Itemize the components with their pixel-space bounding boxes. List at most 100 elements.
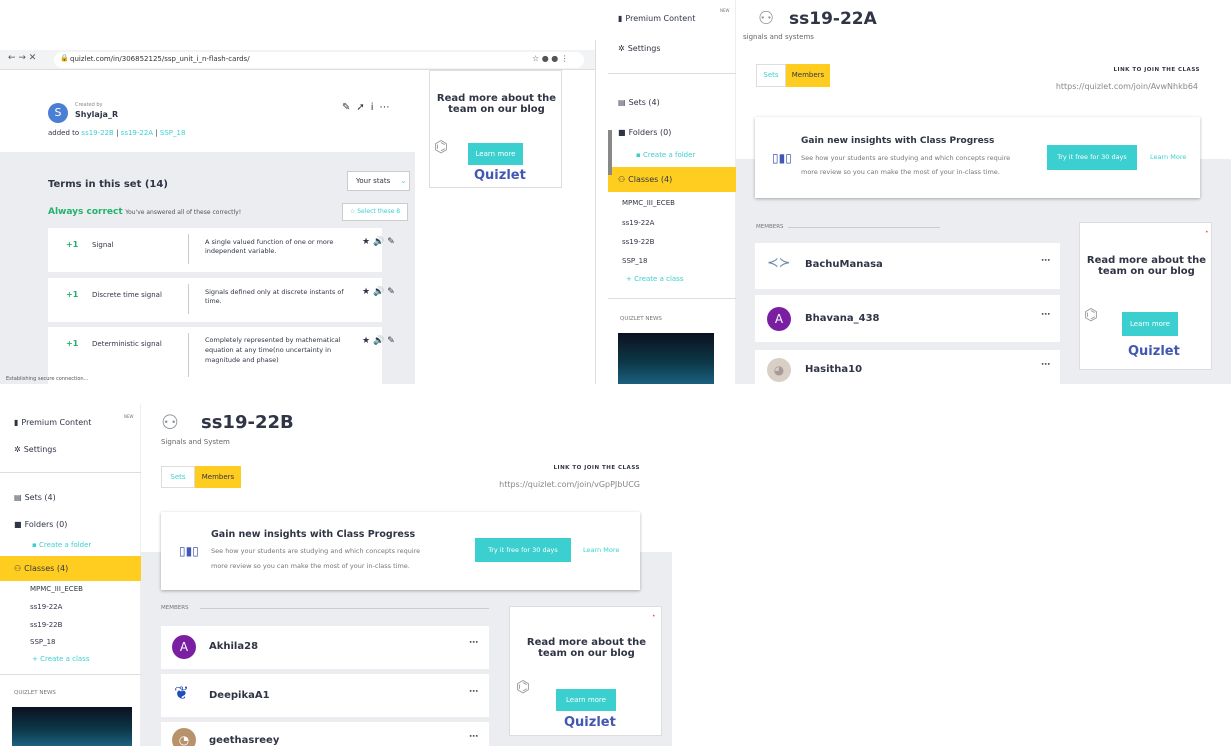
star-audio-edit-icons[interactable]: ★🔊✎	[362, 237, 398, 247]
sets-icon: ▤	[618, 98, 626, 107]
learn-more-button[interactable]: Learn more	[556, 689, 616, 711]
class-item[interactable]: MPMC_III_ECEB	[622, 199, 675, 207]
divider	[188, 333, 189, 377]
quizlet-news-label: QUIZLET NEWS	[14, 690, 56, 696]
term-row[interactable]: +1 Deterministic signal Completely repre…	[48, 327, 395, 384]
class-link-ss19-22a[interactable]: ss19-22A	[121, 129, 153, 137]
more-icon[interactable]: ⋯	[1041, 310, 1050, 320]
create-class-link[interactable]: + Create a class	[626, 275, 683, 283]
quizlet-logo: Quizlet	[1128, 344, 1180, 359]
select-these-button[interactable]: ☆ Select these 8	[342, 203, 408, 221]
member-row[interactable]: A Bhavana_438 ⋯	[755, 295, 1060, 342]
lock-icon: 🔒	[60, 54, 69, 62]
class-title: ss19-22A	[789, 9, 877, 29]
term-score: +1	[66, 290, 79, 299]
set-actions[interactable]: ✎➚ⅰ⋯	[342, 102, 396, 113]
tab-sets[interactable]: Sets	[161, 466, 195, 488]
tab-members[interactable]: Members	[786, 64, 830, 87]
more-icon[interactable]: ⋯	[469, 687, 478, 697]
class-item[interactable]: SSP_18	[622, 257, 648, 265]
learn-more-button[interactable]: Learn more	[1122, 312, 1178, 336]
join-link-label: LINK TO JOIN THE CLASS	[553, 465, 640, 471]
sidebar-premium[interactable]: ▮ Premium Content	[14, 418, 91, 427]
member-row[interactable]: ≺≻ BachuManasa ⋯	[755, 243, 1060, 289]
class-icon: ⚇	[758, 8, 775, 29]
try-free-button[interactable]: Try it free for 30 days	[1047, 145, 1137, 170]
class-item[interactable]: ss19-22B	[622, 238, 654, 246]
join-link-url[interactable]: https://quizlet.com/join/vGpPJbUCG	[470, 480, 640, 489]
divider	[188, 284, 189, 314]
more-icon[interactable]: ⋯	[1041, 256, 1050, 266]
your-stats-dropdown[interactable]: Your stats ⌄	[347, 171, 410, 191]
learn-more-link[interactable]: Learn More	[1150, 153, 1186, 161]
news-image[interactable]	[618, 333, 714, 384]
create-class-link[interactable]: + Create a class	[32, 655, 89, 663]
banner-text: See how your students are studying and w…	[211, 547, 421, 555]
sidebar-classes[interactable]: ⚇ Classes (4)	[14, 564, 68, 573]
term-row[interactable]: +1 Discrete time signal Signals defined …	[48, 278, 395, 322]
sidebar-settings[interactable]: ✲ Settings	[14, 445, 57, 454]
sidebar-folders[interactable]: ■ Folders (0)	[618, 128, 671, 137]
folder-icon: ■	[618, 128, 626, 137]
create-folder-link[interactable]: ▪ Create a folder	[32, 541, 91, 549]
member-row[interactable]: A Akhila28 ⋯	[161, 626, 489, 669]
banner-text: more review so you can make the most of …	[801, 168, 1000, 176]
news-image[interactable]	[12, 707, 132, 746]
create-folder-link[interactable]: ▪ Create a folder	[636, 151, 695, 159]
class-item[interactable]: ss19-22B	[30, 621, 62, 629]
term-definition: A single valued function of one or more …	[205, 238, 334, 255]
scrollbar-thumb[interactable]	[608, 130, 612, 175]
blog-ad[interactable]: Read more about the team on our blog ⌬ L…	[429, 70, 562, 188]
member-avatar: A	[172, 635, 196, 659]
class-item[interactable]: MPMC_III_ECEB	[30, 585, 83, 593]
more-icon[interactable]: ⋯	[1041, 360, 1050, 370]
class-link-ss19-22b[interactable]: ss19-22B	[81, 129, 113, 137]
class-item[interactable]: ss19-22A	[622, 219, 654, 227]
learn-more-link[interactable]: Learn More	[583, 546, 619, 554]
tab-members[interactable]: Members	[195, 466, 241, 488]
sidebar-sets[interactable]: ▤ Sets (4)	[618, 98, 660, 107]
sidebar-sets[interactable]: ▤ Sets (4)	[14, 493, 56, 502]
class-item[interactable]: SSP_18	[30, 638, 56, 646]
sidebar-classes[interactable]: ⚇ Classes (4)	[618, 175, 672, 184]
class-title: ss19-22B	[201, 412, 294, 433]
learn-more-button[interactable]: Learn more	[468, 143, 523, 165]
more-icon[interactable]: ⋯	[469, 732, 478, 742]
class-link-ssp18[interactable]: SSP_18	[160, 129, 186, 137]
banner-text: See how your students are studying and w…	[801, 154, 1011, 162]
blog-ad[interactable]: • Read more about the team on our blog ⌬…	[509, 606, 662, 736]
blog-ad[interactable]: • Read more about the team on our blog ⌬…	[1079, 222, 1212, 370]
sidebar-settings[interactable]: ✲ Settings	[618, 44, 661, 53]
term-word: Deterministic signal	[92, 340, 162, 348]
created-by-label: Created by	[75, 102, 103, 108]
chart-icon: ▯▮▯	[772, 151, 792, 165]
star-audio-edit-icons[interactable]: ★🔊✎	[362, 336, 398, 346]
banner-title: Gain new insights with Class Progress	[211, 529, 416, 540]
address-bar[interactable]: 🔒 quizlet.com/in/306852125/ssp_unit_i_n-…	[54, 52, 584, 68]
class-item[interactable]: ss19-22A	[30, 603, 62, 611]
star-audio-edit-icons[interactable]: ★🔊✎	[362, 287, 398, 297]
author-name[interactable]: Shylaja_R	[75, 110, 118, 119]
member-row[interactable]: ❦ DeepikaA1 ⋯	[161, 674, 489, 717]
star-icon[interactable]: ☆ ● ● ⋮	[532, 54, 569, 63]
term-row[interactable]: +1 Signal A single valued function of on…	[48, 228, 395, 272]
ad-line2: team on our blog	[538, 648, 635, 659]
molecule-icon: ⌬	[434, 137, 448, 156]
member-name: DeepikaA1	[209, 690, 270, 701]
member-row[interactable]: ◔ geethasreey ⋯	[161, 722, 489, 746]
members-label: MEMBERS	[756, 224, 784, 230]
sidebar-folders[interactable]: ■ Folders (0)	[14, 520, 67, 529]
try-free-button[interactable]: Try it free for 30 days	[475, 538, 571, 562]
tab-sets[interactable]: Sets	[756, 64, 786, 87]
sidebar-premium[interactable]: ▮ Premium Content	[618, 14, 695, 23]
author-avatar[interactable]: S	[48, 103, 68, 123]
ad-line2: team on our blog	[1098, 266, 1195, 277]
nav-buttons[interactable]: ← → ✕	[8, 53, 36, 63]
divider	[0, 472, 141, 473]
join-link-url[interactable]: https://quizlet.com/join/AvwNhkb64	[1038, 82, 1198, 91]
quizlet-news-label: QUIZLET NEWS	[620, 316, 662, 322]
member-name: Akhila28	[209, 641, 259, 652]
people-icon: ⚇	[618, 175, 626, 184]
more-icon[interactable]: ⋯	[469, 638, 478, 648]
member-row[interactable]: ◕ Hasitha10 ⋯	[755, 350, 1060, 384]
